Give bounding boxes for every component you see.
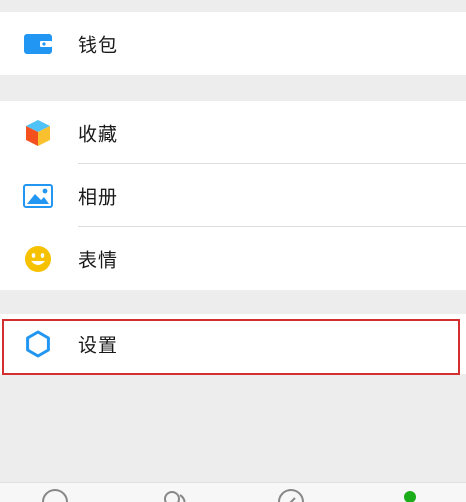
menu-item-label: 钱包 (78, 34, 119, 56)
smiley-icon (23, 244, 53, 274)
section-gap (0, 75, 466, 101)
menu-item-settings[interactable]: 设置 (0, 314, 466, 374)
picture-icon (23, 181, 53, 211)
section-gap (0, 290, 466, 314)
menu-item-wallet[interactable]: 钱包 (0, 12, 466, 75)
group-settings: 设置 (0, 314, 466, 374)
gear-icon (23, 329, 53, 359)
top-gap (0, 0, 466, 12)
menu-item-album[interactable]: 相册 (0, 164, 466, 227)
me-icon[interactable] (398, 489, 422, 502)
group-media: 收藏 相册 表情 (0, 101, 466, 290)
bottom-tab-bar (0, 482, 466, 502)
contacts-icon[interactable] (160, 489, 190, 502)
menu-item-label: 设置 (78, 334, 119, 357)
menu-item-label: 表情 (78, 249, 119, 271)
menu-item-label: 相册 (78, 186, 119, 208)
group-wallet: 钱包 (0, 12, 466, 75)
chat-icon[interactable] (40, 489, 70, 502)
menu-item-favorites[interactable]: 收藏 (0, 101, 466, 164)
discover-icon[interactable] (276, 489, 306, 502)
wallet-icon (23, 29, 53, 59)
menu-item-label: 收藏 (78, 123, 119, 145)
menu-item-stickers[interactable]: 表情 (0, 227, 466, 290)
cube-icon (23, 118, 53, 148)
